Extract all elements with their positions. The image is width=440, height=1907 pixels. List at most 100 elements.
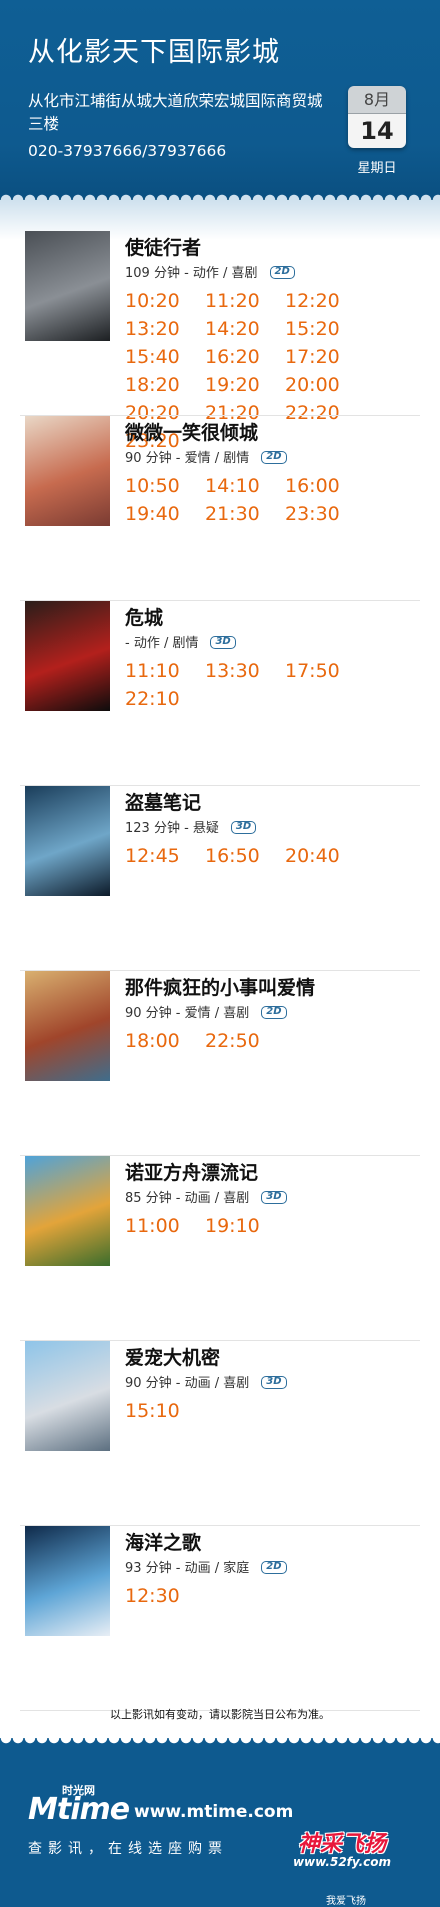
movie-meta-text: 85 分钟 - 动画 / 喜剧 [125,1191,250,1206]
showtime[interactable]: 20:40 [285,842,365,870]
movie-meta: 85 分钟 - 动画 / 喜剧 3D [125,1187,287,1206]
calendar-month: 8月 [348,86,406,114]
movie-title[interactable]: 海洋之歌 [125,1528,201,1555]
movie-item[interactable]: 使徒行者 109 分钟 - 动作 / 喜剧 2D 10:20 11:20 12:20 13:… [20,231,420,452]
movie-meta-text: 90 分钟 - 动画 / 喜剧 [125,1376,250,1391]
movie-meta-text: 90 分钟 - 爱情 / 喜剧 [125,1006,250,1021]
movie-meta: 109 分钟 - 动作 / 喜剧 2D [125,262,295,281]
movie-title[interactable]: 爱宠大机密 [125,1343,220,1370]
cinema-title: 从化影天下国际影城 [28,37,280,68]
showtime[interactable]: 16:00 [285,472,365,500]
cinema-address: 从化市江埔街从城大道欣荣宏城国际商贸城三楼 [28,92,323,133]
movie-title[interactable]: 危城 [125,603,163,630]
watermark-url: www.52fy.com [292,1855,392,1869]
showtime[interactable]: 11:00 [125,1212,205,1240]
movie-poster[interactable] [25,1156,110,1266]
showtime-list: 15:10 [125,1397,425,1425]
movie-title[interactable]: 使徒行者 [125,233,201,260]
movie-meta-text: 109 分钟 - 动作 / 喜剧 [125,266,258,281]
format-badge: 2D [261,1006,287,1019]
watermark-subtitle: 我爱飞扬 [326,1896,366,1907]
showtime[interactable]: 14:20 [205,315,285,343]
showtime[interactable]: 12:30 [125,1582,205,1610]
mtime-logo[interactable]: Mtime [28,1792,130,1827]
movie-poster[interactable] [25,231,110,341]
showtime[interactable]: 19:40 [125,500,205,528]
header-scallop-divider [0,188,440,200]
showtime[interactable]: 16:50 [205,842,285,870]
showtime[interactable]: 18:00 [125,1027,205,1055]
showtime[interactable]: 10:20 [125,287,205,315]
movie-item[interactable]: 爱宠大机密 90 分钟 - 动画 / 喜剧 3D 15:10 [20,1341,420,1526]
movie-title[interactable]: 微微一笑很倾城 [125,418,258,445]
format-badge: 3D [210,636,236,649]
showtime[interactable]: 13:30 [205,657,285,685]
showtime-list: 12:45 16:50 20:40 [125,842,425,870]
showtime[interactable]: 19:20 [205,371,285,399]
calendar-day: 14 [348,114,406,148]
footer-banner: 时光网 Mtime www.mtime.com 查影讯，在线选座购票 神采飞扬 … [0,1738,440,1907]
movie-meta-text: 93 分钟 - 动画 / 家庭 [125,1561,250,1576]
showtime[interactable]: 18:20 [125,371,205,399]
schedule-notice: 以上影讯如有变动，请以影院当日公布为准。 [110,1708,330,1721]
movie-meta: 90 分钟 - 动画 / 喜剧 3D [125,1372,287,1391]
movie-poster[interactable] [25,601,110,711]
cinema-phone[interactable]: 020-37937666/37937666 [28,142,226,160]
showtime[interactable]: 20:00 [285,371,365,399]
movie-meta: - 动作 / 剧情 3D [125,632,236,651]
showtime[interactable]: 17:20 [285,343,365,371]
showtime[interactable]: 11:20 [205,287,285,315]
showtime-list: 10:50 14:10 16:00 19:40 21:30 23:30 [125,472,425,528]
movie-poster[interactable] [25,971,110,1081]
movie-poster[interactable] [25,1526,110,1636]
showtime[interactable]: 10:50 [125,472,205,500]
showtime[interactable]: 13:20 [125,315,205,343]
mtime-slogan: 查影讯，在线选座购票 [28,1841,228,1857]
footer-scallop-divider [0,1738,440,1750]
movie-item[interactable]: 那件疯狂的小事叫爱情 90 分钟 - 爱情 / 喜剧 2D 18:00 22:50 [20,971,420,1156]
showtime[interactable]: 22:10 [125,685,205,713]
movie-meta-text: 90 分钟 - 爱情 / 剧情 [125,451,250,466]
movie-poster[interactable] [25,786,110,896]
showtime[interactable]: 14:10 [205,472,285,500]
format-badge: 3D [261,1376,287,1389]
movie-meta-text: - 动作 / 剧情 [125,636,199,651]
showtime[interactable]: 15:20 [285,315,365,343]
movie-title[interactable]: 那件疯狂的小事叫爱情 [125,973,315,1000]
movie-item[interactable]: 海洋之歌 93 分钟 - 动画 / 家庭 2D 12:30 [20,1526,420,1711]
movie-title[interactable]: 诺亚方舟漂流记 [125,1158,258,1185]
format-badge: 3D [230,821,257,834]
showtime[interactable]: 12:45 [125,842,205,870]
movie-item[interactable]: 危城 - 动作 / 剧情 3D 11:10 13:30 17:50 22:10 [20,601,420,786]
format-badge: 2D [269,266,295,279]
movie-item[interactable]: 盗墓笔记 123 分钟 - 悬疑 3D 12:45 16:50 20:40 [20,786,420,971]
mtime-url-link[interactable]: www.mtime.com [134,1802,293,1822]
movie-poster[interactable] [25,1341,110,1451]
showtime[interactable]: 11:10 [125,657,205,685]
showtime[interactable]: 19:10 [205,1212,285,1240]
showtime[interactable]: 12:20 [285,287,365,315]
showtime[interactable]: 17:50 [285,657,365,685]
calendar-weekday: 星期日 [357,161,397,176]
movie-meta: 93 分钟 - 动画 / 家庭 2D [125,1557,287,1576]
format-badge: 2D [261,1561,287,1574]
showtime[interactable]: 15:40 [125,343,205,371]
showtime-list: 18:00 22:50 [125,1027,425,1055]
movie-item[interactable]: 诺亚方舟漂流记 85 分钟 - 动画 / 喜剧 3D 11:00 19:10 [20,1156,420,1341]
movie-title[interactable]: 盗墓笔记 [125,788,201,815]
watermark-brand: 神采飞扬 [297,1832,386,1857]
showtime[interactable]: 21:30 [205,500,285,528]
showtime[interactable]: 16:20 [205,343,285,371]
movie-meta: 123 分钟 - 悬疑 3D [125,817,257,836]
showtime-list: 11:00 19:10 [125,1212,425,1240]
showtime[interactable]: 23:30 [285,500,365,528]
calendar-date: 8月 14 [348,86,406,148]
movie-meta: 90 分钟 - 爱情 / 喜剧 2D [125,1002,287,1021]
watermark-logo: 神采飞扬 www.52fy.com [282,1826,402,1878]
showtime[interactable]: 22:50 [205,1027,285,1055]
showtime-list: 11:10 13:30 17:50 22:10 [125,657,425,713]
showtime[interactable]: 15:10 [125,1397,205,1425]
movie-item[interactable]: 微微一笑很倾城 90 分钟 - 爱情 / 剧情 2D 10:50 14:10 16:00 1… [20,416,420,601]
movie-poster[interactable] [25,416,110,526]
movie-meta: 90 分钟 - 爱情 / 剧情 2D [125,447,287,466]
